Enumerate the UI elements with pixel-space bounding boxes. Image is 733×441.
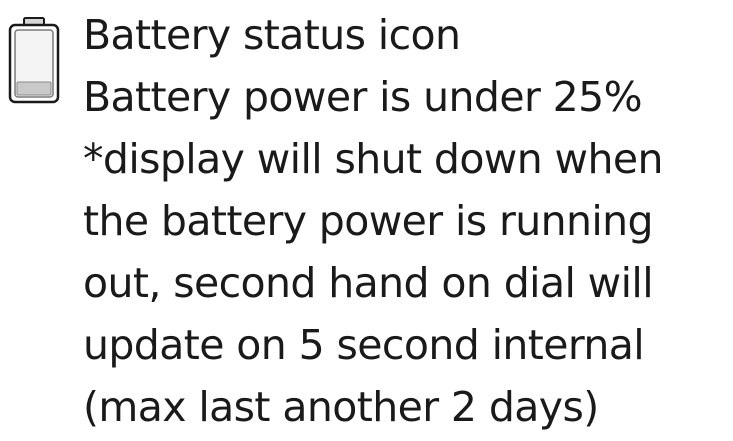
legend-note-line: out, second hand on dial will bbox=[83, 259, 654, 307]
legend-note-line: the battery power is running bbox=[83, 197, 654, 245]
battery-low-icon bbox=[8, 17, 60, 104]
battery-status-legend: Battery status icon Battery power is und… bbox=[0, 0, 733, 441]
legend-note-line: update on 5 second internal bbox=[83, 321, 645, 369]
legend-description: Battery power is under 25% bbox=[83, 73, 643, 121]
legend-text: Battery status icon Battery power is und… bbox=[83, 4, 728, 438]
legend-note-line: (max last another 2 days) bbox=[83, 383, 599, 431]
legend-note-line: *display will shut down when bbox=[83, 135, 663, 183]
legend-title: Battery status icon bbox=[83, 11, 461, 59]
